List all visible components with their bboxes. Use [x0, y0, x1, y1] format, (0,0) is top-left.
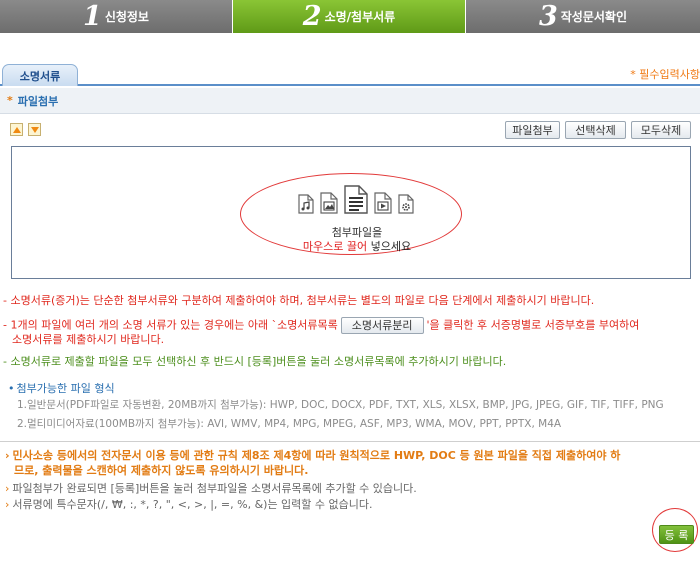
- image-file-icon: [320, 192, 338, 214]
- section-tab-evidence[interactable]: 소명서류: [2, 64, 78, 86]
- delete-all-button[interactable]: 모두삭제: [631, 121, 691, 139]
- bullet-icon: •: [8, 382, 15, 395]
- arrow-up-icon: [12, 126, 21, 133]
- step-number: 3: [538, 0, 558, 32]
- file-type-icons: [12, 185, 690, 214]
- drop-instruction-emphasis: 마우스로 끌어: [302, 240, 368, 253]
- instruction-special-characters: › 서류명에 특수문자(/, ₩, :, *, ?, ", <, >, |, =,…: [5, 497, 373, 512]
- step-1-tab[interactable]: 1 신청정보: [0, 0, 233, 33]
- split-evidence-button[interactable]: 소명서류분리: [340, 317, 424, 334]
- step-label: 작성문서확인: [560, 10, 628, 24]
- instruction-register-after-attach: › 파일첨부가 완료되면 [등록]버튼을 눌러 첨부파일을 소명서류목록에 추가할…: [5, 481, 417, 496]
- section-divider: [0, 84, 700, 86]
- notice-register-reminder: - 소명서류로 제출할 파일을 모두 선택하신 후 반드시 [등록]버튼을 눌러…: [3, 355, 507, 368]
- attach-file-button[interactable]: 파일첨부: [505, 121, 560, 139]
- document-file-icon: [344, 185, 368, 214]
- allowed-formats-title: • 첨부가능한 파일 형식: [8, 380, 115, 396]
- move-down-button[interactable]: [28, 123, 41, 136]
- allowed-formats-document: 1.일반문서(PDF파일로 자동변환, 20MB까지 첨부가능): HWP, D…: [17, 399, 664, 411]
- audio-file-icon: [298, 194, 314, 214]
- instruction-special-characters-text: 서류명에 특수문자(/, ₩, :, *, ?, ", <, >, |, =, …: [12, 498, 373, 511]
- required-fields-note: * 필수입력사항: [630, 68, 700, 81]
- notice-split-text-after: '을 클릭한 후 서증명별로 서증부호를 부여하여: [426, 318, 640, 332]
- step-number: 2: [302, 0, 322, 32]
- notice-evidence-separate: - 소명서류(증거)는 단순한 첨부서류와 구분하여 제출하여야 하며, 첨부서…: [3, 294, 595, 307]
- video-file-icon: [374, 192, 392, 214]
- step-2-tab-active[interactable]: 2 소명/첨부서류: [233, 0, 466, 33]
- delete-selected-button[interactable]: 선택삭제: [565, 121, 626, 139]
- file-attach-header: * 파일첨부: [0, 88, 700, 114]
- step-label: 소명/첨부서류: [324, 10, 396, 24]
- drop-instruction-line2: 마우스로 끌어 넣으세요: [12, 238, 692, 254]
- file-drop-zone[interactable]: 첨부파일을 마우스로 끌어 넣으세요: [11, 146, 691, 279]
- move-up-button[interactable]: [10, 123, 23, 136]
- instruction-original-file-rule-line1: 민사소송 등에서의 전자문서 이용 등에 관한 규칙 제8조 제4항에 따라 원…: [12, 449, 621, 462]
- allowed-formats-multimedia: 2.멀티미디어자료(100MB까지 첨부가능): AVI, WMV, MP4, …: [17, 418, 562, 430]
- instruction-original-file-rule: › 민사소송 등에서의 전자문서 이용 등에 관한 규칙 제8조 제4항에 따라 …: [5, 448, 620, 463]
- instruction-original-file-rule-line2: 므로, 출력물을 스캔하여 제출하지 않도록 유의하시기 바랍니다.: [14, 464, 309, 477]
- instructions-divider: [0, 441, 700, 442]
- required-star: *: [7, 94, 13, 107]
- step-3-tab[interactable]: 3 작성문서확인: [466, 0, 700, 33]
- chevron-right-icon: ›: [5, 482, 10, 495]
- chevron-right-icon: ›: [5, 449, 10, 462]
- file-attach-title: 파일첨부: [17, 94, 59, 108]
- chevron-right-icon: ›: [5, 498, 10, 511]
- notice-split-text-before: - 1개의 파일에 여러 개의 소명 서류가 있는 경우에는 아래 `소명서류목…: [3, 318, 338, 332]
- step-navigation: 1 신청정보 2 소명/첨부서류 3 작성문서확인: [0, 0, 700, 33]
- allowed-formats-title-text: 첨부가능한 파일 형식: [16, 382, 115, 395]
- notice-split-evidence-line2: 소명서류를 제출하시기 바랍니다.: [12, 333, 165, 346]
- drop-instruction-rest: 넣으세요: [367, 240, 412, 253]
- arrow-down-icon: [30, 126, 39, 133]
- notice-split-evidence: - 1개의 파일에 여러 개의 소명 서류가 있는 경우에는 아래 `소명서류목…: [3, 317, 639, 334]
- instruction-register-after-attach-text: 파일첨부가 완료되면 [등록]버튼을 눌러 첨부파일을 소명서류목록에 추가할 …: [12, 482, 417, 495]
- step-number: 1: [83, 0, 102, 32]
- settings-file-icon: [398, 194, 414, 214]
- step-label: 신청정보: [104, 10, 149, 24]
- register-button[interactable]: 등 록: [659, 525, 694, 544]
